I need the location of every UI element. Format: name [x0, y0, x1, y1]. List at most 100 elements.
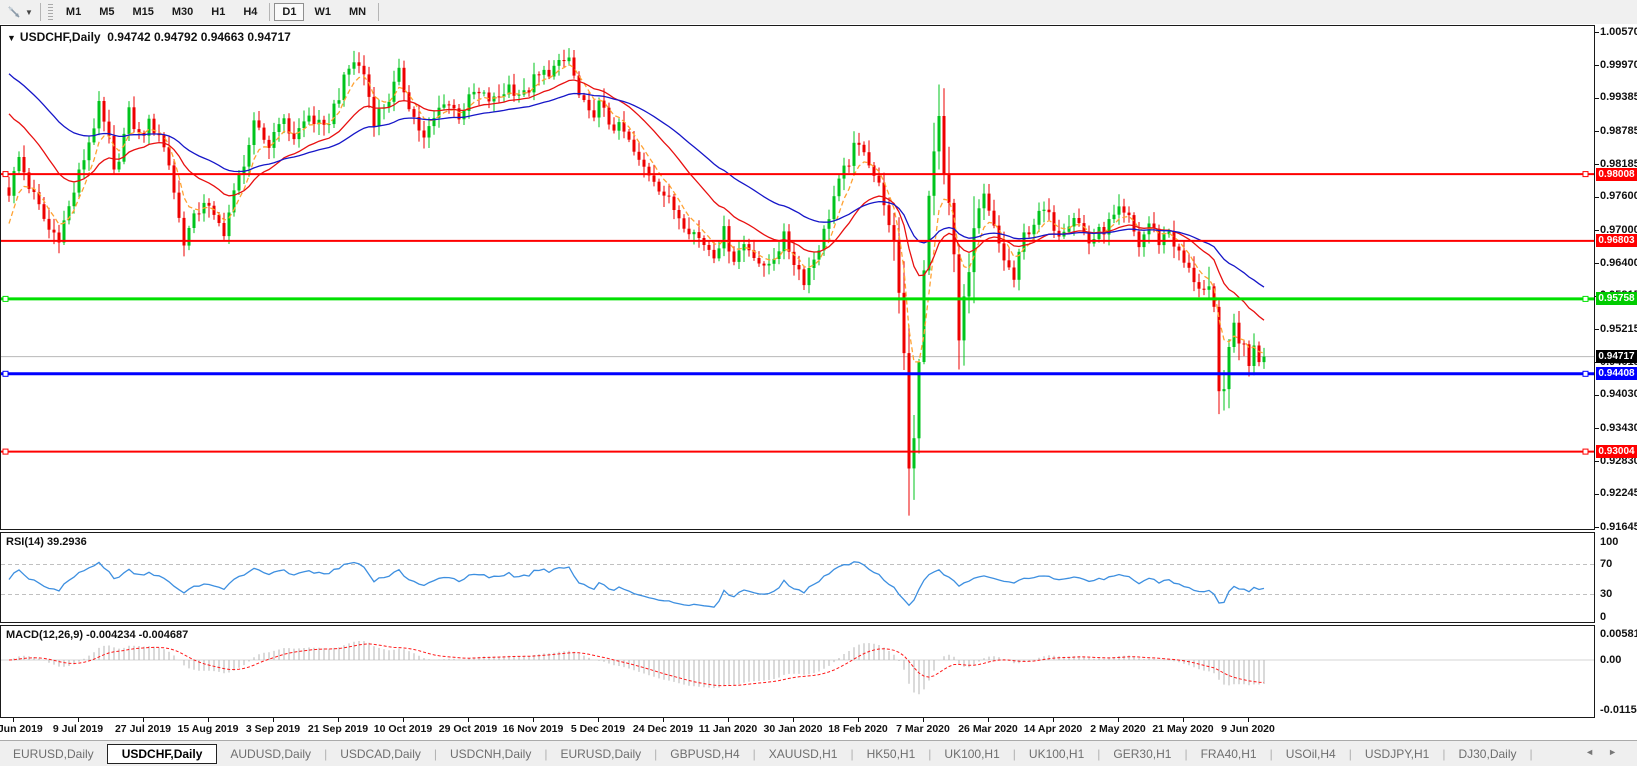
chart-title-ohlc: 0.94742 0.94792 0.94663 0.94717	[107, 30, 291, 44]
chart-tab-usdjpy-h1[interactable]: USDJPY,H1	[1352, 744, 1442, 764]
time-axis-tick	[728, 718, 729, 722]
price-level-badge: 0.94408	[1596, 367, 1637, 381]
chart-tab-uk100-h1[interactable]: UK100,H1	[1016, 744, 1097, 764]
price-axis-label: 1.00570	[1600, 25, 1637, 38]
chart-tab-hk50-h1[interactable]: HK50,H1	[854, 744, 929, 764]
time-axis-tick	[598, 718, 599, 722]
toolbar-separator	[269, 3, 271, 21]
candlestick-chart-canvas[interactable]	[1, 26, 1594, 529]
chart-tab-xauusd-h1[interactable]: XAUUSD,H1	[756, 744, 851, 764]
price-axis-tick	[1595, 196, 1599, 198]
time-axis-tick	[403, 718, 404, 722]
rsi-indicator-panel[interactable]: RSI(14) 39.2936	[0, 532, 1595, 623]
macd-indicator-panel[interactable]: MACD(12,26,9) -0.004234 -0.004687	[0, 625, 1595, 718]
time-axis-tick	[273, 718, 274, 722]
rsi-scale-label: 30	[1600, 588, 1613, 600]
macd-scale-label: -0.011514	[1600, 704, 1637, 716]
chart-tab-bar: EURUSD,Daily USDCHF,Daily AUDUSD,Daily | USD…	[0, 740, 1637, 766]
price-axis-label: 0.98785	[1600, 124, 1637, 137]
price-axis-tick	[1595, 527, 1599, 528]
macd-scale-label: 0.005818	[1600, 627, 1637, 640]
chart-tab-eurusd-daily[interactable]: EURUSD,Daily	[0, 744, 107, 764]
price-axis-tick	[1595, 493, 1599, 495]
timeframe-button-m15[interactable]: M15	[124, 3, 161, 21]
chart-tab-usoil-h4[interactable]: USOil,H4	[1273, 744, 1349, 764]
time-axis[interactable]: 20 Jun 20199 Jul 201927 Jul 201915 Aug 2…	[0, 718, 1637, 740]
chart-tab-gbpusd-h4[interactable]: GBPUSD,H4	[657, 744, 752, 764]
macd-label: MACD(12,26,9) -0.004234 -0.004687	[6, 629, 189, 641]
crosshair-cursor-icon[interactable]	[4, 3, 24, 21]
chart-title: ▼ USDCHF,Daily 0.94742 0.94792 0.94663 0.…	[7, 30, 291, 44]
price-axis-label: 0.96400	[1600, 256, 1637, 269]
tabs-scroll-right-icon[interactable]: ►	[1608, 747, 1631, 757]
time-axis-tick	[143, 718, 144, 722]
price-axis[interactable]: 1.00570 0.99970 0.99385 0.98785 0.98185 0.976…	[1595, 25, 1637, 718]
price-axis-tick	[1595, 32, 1599, 33]
price-axis-tick	[1595, 428, 1599, 429]
price-axis-tick	[1595, 394, 1599, 396]
trading-platform-window: ▼ M1 M5 M15 M30 H1 H4 D1 W1 MN ▼ USDCHF,Daily 0.9…	[0, 0, 1637, 766]
rsi-scale-label: 0	[1600, 610, 1607, 623]
time-axis-tick	[663, 718, 664, 722]
rsi-label: RSI(14) 39.2936	[6, 536, 87, 548]
tab-separator: |	[1529, 747, 1533, 761]
time-axis-tick	[858, 718, 859, 722]
tool-dropdown-caret-icon[interactable]: ▼	[25, 8, 33, 17]
chart-tab-audusd-daily[interactable]: AUDUSD,Daily	[217, 744, 324, 764]
timeframe-button-d1[interactable]: D1	[274, 3, 305, 21]
chart-tab-fra40-h1[interactable]: FRA40,H1	[1188, 744, 1270, 764]
price-axis-tick	[1595, 65, 1599, 67]
toolbar-separator	[39, 3, 41, 21]
timeframe-button-h1[interactable]: H1	[203, 3, 233, 21]
price-level-badge: 0.95758	[1596, 292, 1637, 306]
timeframe-button-mn[interactable]: MN	[341, 3, 374, 21]
timeframe-button-m1[interactable]: M1	[58, 3, 89, 21]
chart-tab-usdchf-daily[interactable]: USDCHF,Daily	[106, 744, 218, 764]
price-axis-label: 0.91645	[1600, 520, 1637, 533]
chart-tab-uk100-h1[interactable]: UK100,H1	[931, 744, 1012, 764]
chart-tab-dj30-daily[interactable]: DJ30,Daily	[1445, 744, 1529, 764]
price-axis-tick	[1595, 97, 1599, 99]
price-axis-tick	[1595, 329, 1599, 330]
time-axis-tick	[1053, 718, 1054, 722]
time-axis-tick	[1118, 718, 1119, 722]
chart-tab-usdcad-daily[interactable]: USDCAD,Daily	[327, 744, 434, 764]
chart-title-symbol: USDCHF,Daily	[19, 30, 101, 44]
symbol-dropdown-caret-icon[interactable]: ▼	[7, 33, 16, 43]
time-axis-tick	[13, 718, 14, 722]
price-level-badge: 0.93004	[1596, 445, 1637, 459]
timeframe-button-group: M1 M5 M15 M30 H1 H4 D1 W1 MN	[57, 3, 382, 21]
price-axis-tick	[1595, 263, 1599, 265]
price-axis-label: 0.94030	[1600, 388, 1637, 401]
price-axis-label: 0.95215	[1600, 322, 1637, 335]
timeframe-button-m30[interactable]: M30	[164, 3, 201, 21]
price-axis-label: 0.93430	[1600, 421, 1637, 434]
chart-tab-ger30-h1[interactable]: GER30,H1	[1100, 744, 1184, 764]
chart-tab-eurusd-daily[interactable]: EURUSD,Daily	[547, 744, 654, 764]
price-level-badge: 0.94717	[1596, 350, 1637, 364]
price-axis-tick	[1595, 164, 1599, 166]
price-axis-tick	[1595, 461, 1599, 463]
time-axis-label: 9 Jun 2020	[1221, 723, 1275, 735]
time-axis-tick	[78, 718, 79, 722]
timeframe-button-w1[interactable]: W1	[306, 3, 339, 21]
macd-chart-canvas[interactable]	[1, 626, 1594, 717]
chart-toolbar: ▼ M1 M5 M15 M30 H1 H4 D1 W1 MN	[0, 0, 1637, 24]
price-axis-label: 0.99970	[1600, 58, 1637, 71]
rsi-chart-canvas[interactable]	[1, 533, 1594, 622]
macd-scale-label: 0.00	[1600, 653, 1622, 666]
time-axis-tick	[923, 718, 924, 722]
toolbar-separator	[378, 3, 380, 21]
tabs-scroll-left-icon[interactable]: ◄	[1585, 747, 1608, 757]
toolbar-grip-handle[interactable]	[47, 4, 53, 20]
timeframe-button-m5[interactable]: M5	[91, 3, 122, 21]
price-level-badge: 0.98008	[1596, 167, 1637, 181]
time-axis-tick	[793, 718, 794, 722]
chart-tab-usdcnh-daily[interactable]: USDCNH,Daily	[437, 744, 544, 764]
price-axis-tick	[1595, 230, 1599, 231]
price-axis-label: 0.92245	[1600, 487, 1637, 500]
price-level-badge: 0.96803	[1596, 234, 1637, 248]
tab-scroll-arrows: ◄►	[1585, 747, 1631, 757]
main-chart-panel[interactable]: ▼ USDCHF,Daily 0.94742 0.94792 0.94663 0.…	[0, 25, 1595, 530]
timeframe-button-h4[interactable]: H4	[235, 3, 265, 21]
